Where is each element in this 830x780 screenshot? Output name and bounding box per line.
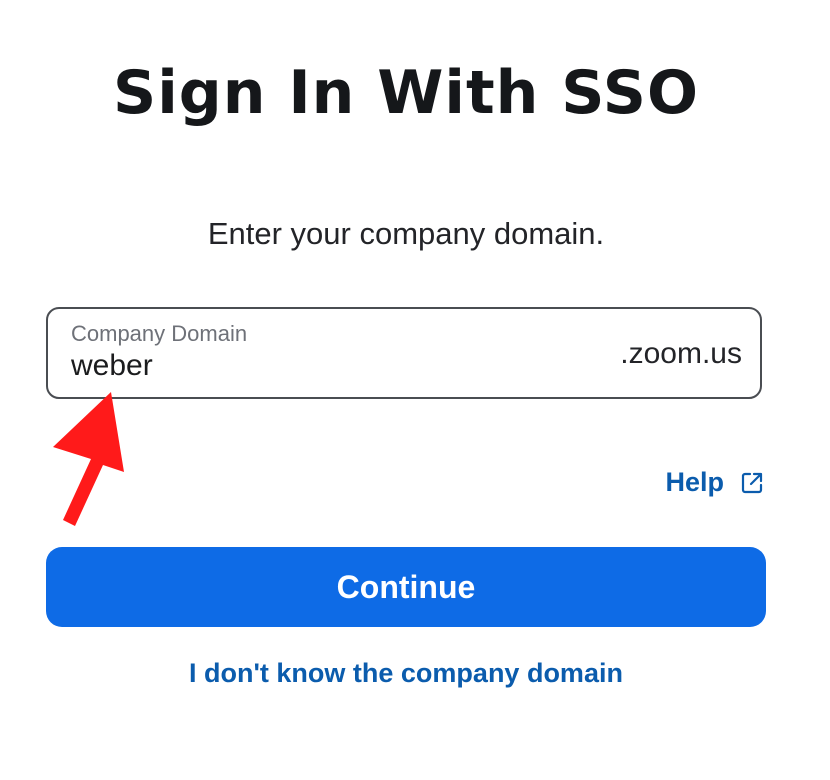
instruction-text: Enter your company domain. xyxy=(207,216,605,251)
company-domain-label: Company Domain xyxy=(71,321,248,346)
page-title: Sign In With SSO xyxy=(112,58,700,128)
company-domain-field[interactable]: Company Domain .zoom.us xyxy=(46,307,762,399)
unknown-domain-link[interactable]: I don't know the company domain xyxy=(0,658,812,689)
external-link-icon xyxy=(741,472,763,493)
domain-suffix: .zoom.us xyxy=(620,337,742,370)
red-arrow-annotation-icon xyxy=(53,392,124,526)
help-label: Help xyxy=(665,467,724,497)
continue-button[interactable]: Continue xyxy=(46,547,766,627)
help-link[interactable]: Help xyxy=(665,467,764,498)
company-domain-input[interactable] xyxy=(71,349,571,383)
